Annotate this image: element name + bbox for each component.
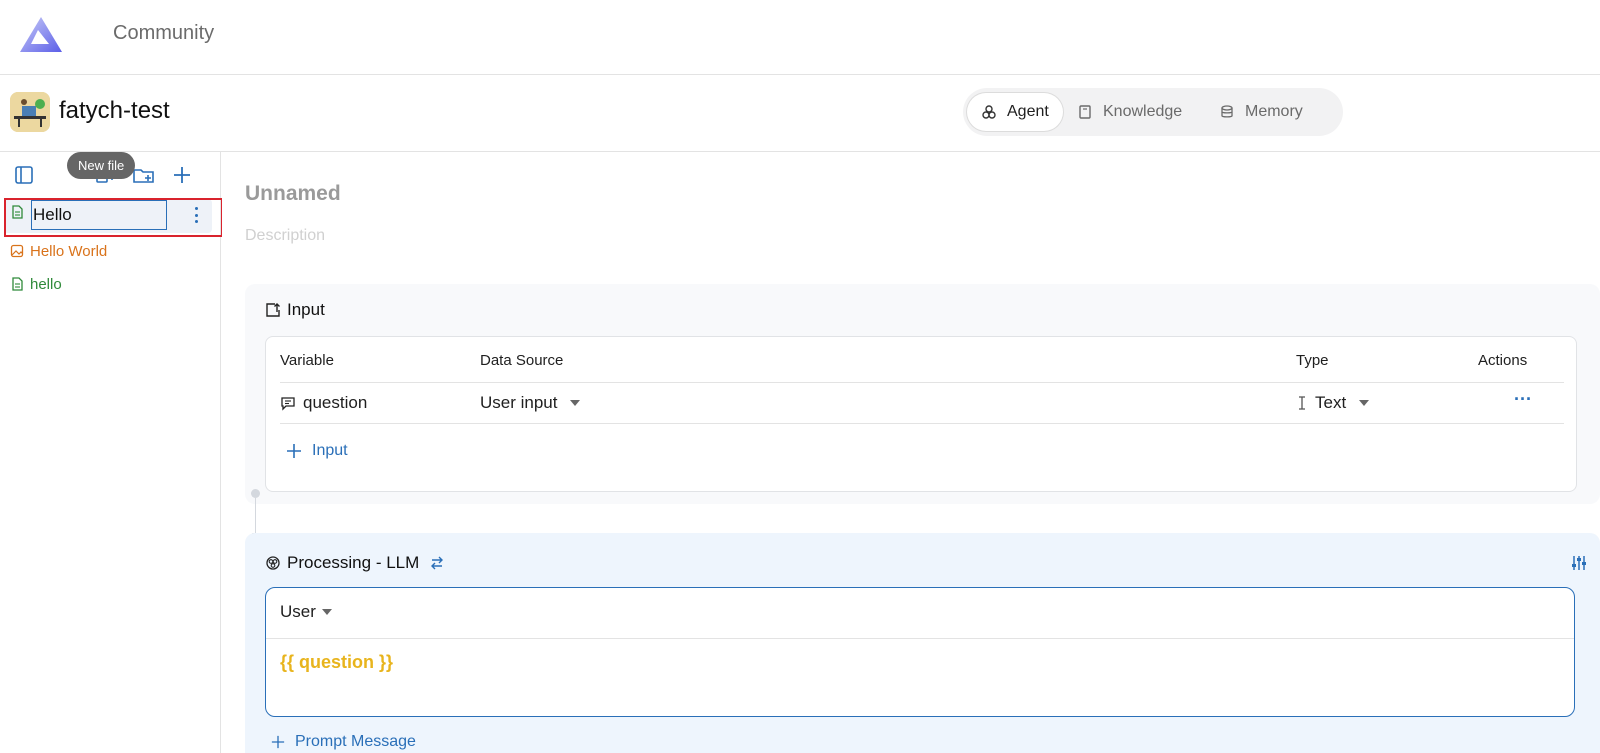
database-icon	[1221, 105, 1233, 118]
prompt-text[interactable]: {{ question }}	[280, 652, 393, 673]
agent-title-input[interactable]: Unnamed	[245, 182, 341, 206]
agent-description-input[interactable]: Description	[245, 227, 325, 245]
tab-knowledge[interactable]: Knowledge	[1063, 93, 1196, 131]
input-icon	[266, 303, 280, 317]
sliders-settings-icon[interactable]	[1570, 554, 1588, 572]
type-select[interactable]: Text	[1296, 393, 1370, 413]
input-section: Input Variable Data Source Type Actions …	[245, 284, 1600, 504]
text-file-icon	[12, 277, 23, 291]
llm-brain-icon	[266, 556, 280, 570]
input-section-title: Input	[265, 300, 325, 320]
processing-section-title: Processing - LLM	[265, 553, 445, 573]
image-file-icon	[10, 244, 24, 258]
folder-plus-icon	[133, 169, 154, 183]
top-bar: Community	[0, 0, 1600, 75]
file-item-label: hello	[30, 275, 62, 293]
highlight-box	[4, 198, 223, 237]
column-header-actions: Actions	[1478, 352, 1528, 369]
add-prompt-message-button[interactable]: Prompt Message	[271, 733, 416, 751]
chevron-down-icon	[1359, 400, 1370, 406]
flow-connector-dot	[251, 489, 260, 498]
tab-agent-label: Agent	[1007, 103, 1049, 120]
toggle-sidebar-button[interactable]	[11, 162, 37, 188]
data-source-select[interactable]: User input	[480, 393, 581, 413]
chat-bubble-icon	[281, 397, 295, 411]
project-header: fatych-test Agent Knowledge Memory	[0, 75, 1600, 152]
prompt-message-editor[interactable]: User {{ question }}	[265, 587, 1575, 717]
file-item-hello[interactable]: hello	[10, 270, 62, 298]
sidebar-panel-icon	[15, 166, 33, 184]
tab-memory-label: Memory	[1245, 103, 1303, 120]
project-name: fatych-test	[59, 97, 170, 124]
column-header-type: Type	[1296, 352, 1329, 369]
book-icon	[1079, 105, 1091, 119]
project-avatar	[10, 92, 50, 132]
new-file-button[interactable]	[169, 162, 195, 188]
app-logo-icon[interactable]	[18, 14, 64, 56]
divider	[280, 423, 1564, 424]
input-variables-table: Variable Data Source Type Actions questi…	[265, 336, 1577, 492]
tab-knowledge-label: Knowledge	[1103, 103, 1183, 120]
column-header-data-source: Data Source	[480, 352, 564, 369]
agent-icon	[982, 105, 996, 119]
mode-switcher: Agent Knowledge Memory	[963, 88, 1343, 136]
processing-section: Processing - LLM User {{ question }} Pro…	[245, 533, 1600, 753]
row-actions-button[interactable]: ···	[1514, 389, 1532, 410]
divider	[266, 638, 1574, 639]
swap-icon[interactable]	[429, 555, 445, 571]
divider	[280, 382, 1564, 383]
column-header-variable: Variable	[280, 352, 334, 369]
plus-icon	[174, 167, 190, 183]
flow-connector-line	[255, 498, 256, 536]
plus-icon	[271, 735, 285, 749]
role-select[interactable]: User	[280, 602, 332, 622]
file-item-label: Hello World	[30, 242, 108, 260]
community-link[interactable]: Community	[113, 22, 214, 45]
file-sidebar: New file Hello Hello World hello	[0, 152, 223, 753]
text-cursor-icon	[1299, 396, 1305, 410]
plus-icon	[287, 444, 301, 458]
tab-memory[interactable]: Memory	[1205, 93, 1317, 131]
add-input-button[interactable]: Input	[286, 442, 348, 460]
variable-cell[interactable]: question	[280, 393, 367, 413]
file-item-hello-world[interactable]: Hello World	[10, 237, 107, 265]
tab-agent[interactable]: Agent	[967, 93, 1063, 131]
agent-editor: Unnamed Description Input Variable Data …	[222, 152, 1600, 753]
chevron-down-icon	[570, 400, 581, 406]
chevron-down-icon	[321, 609, 332, 615]
new-file-tooltip: New file	[67, 152, 136, 179]
